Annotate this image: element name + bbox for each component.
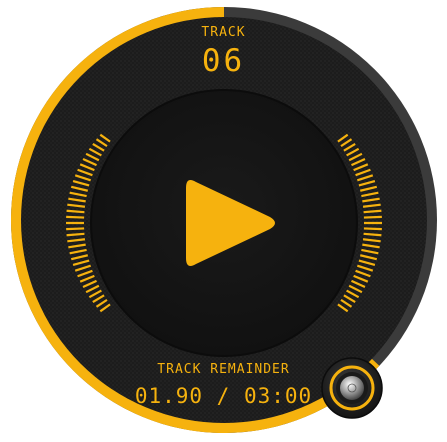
level-meter-bar [66,215,85,219]
play-button[interactable] [160,158,290,288]
track-remainder-label: TRACK REMAINDER [157,362,290,377]
track-label: TRACK [201,25,246,40]
level-meter-bar [363,215,382,219]
track-number: 06 [201,43,246,79]
audio-player-widget: TRACK 06 TRACK REMAINDER 01.90 / 03:00 [0,0,447,442]
level-meter-bar [66,209,85,214]
level-meter-bar [363,227,382,231]
level-meter-bar [66,232,85,237]
volume-knob[interactable] [321,359,383,421]
level-meter-bar [363,209,382,214]
level-meter-bar [66,227,85,231]
level-meter-bar [363,232,382,237]
